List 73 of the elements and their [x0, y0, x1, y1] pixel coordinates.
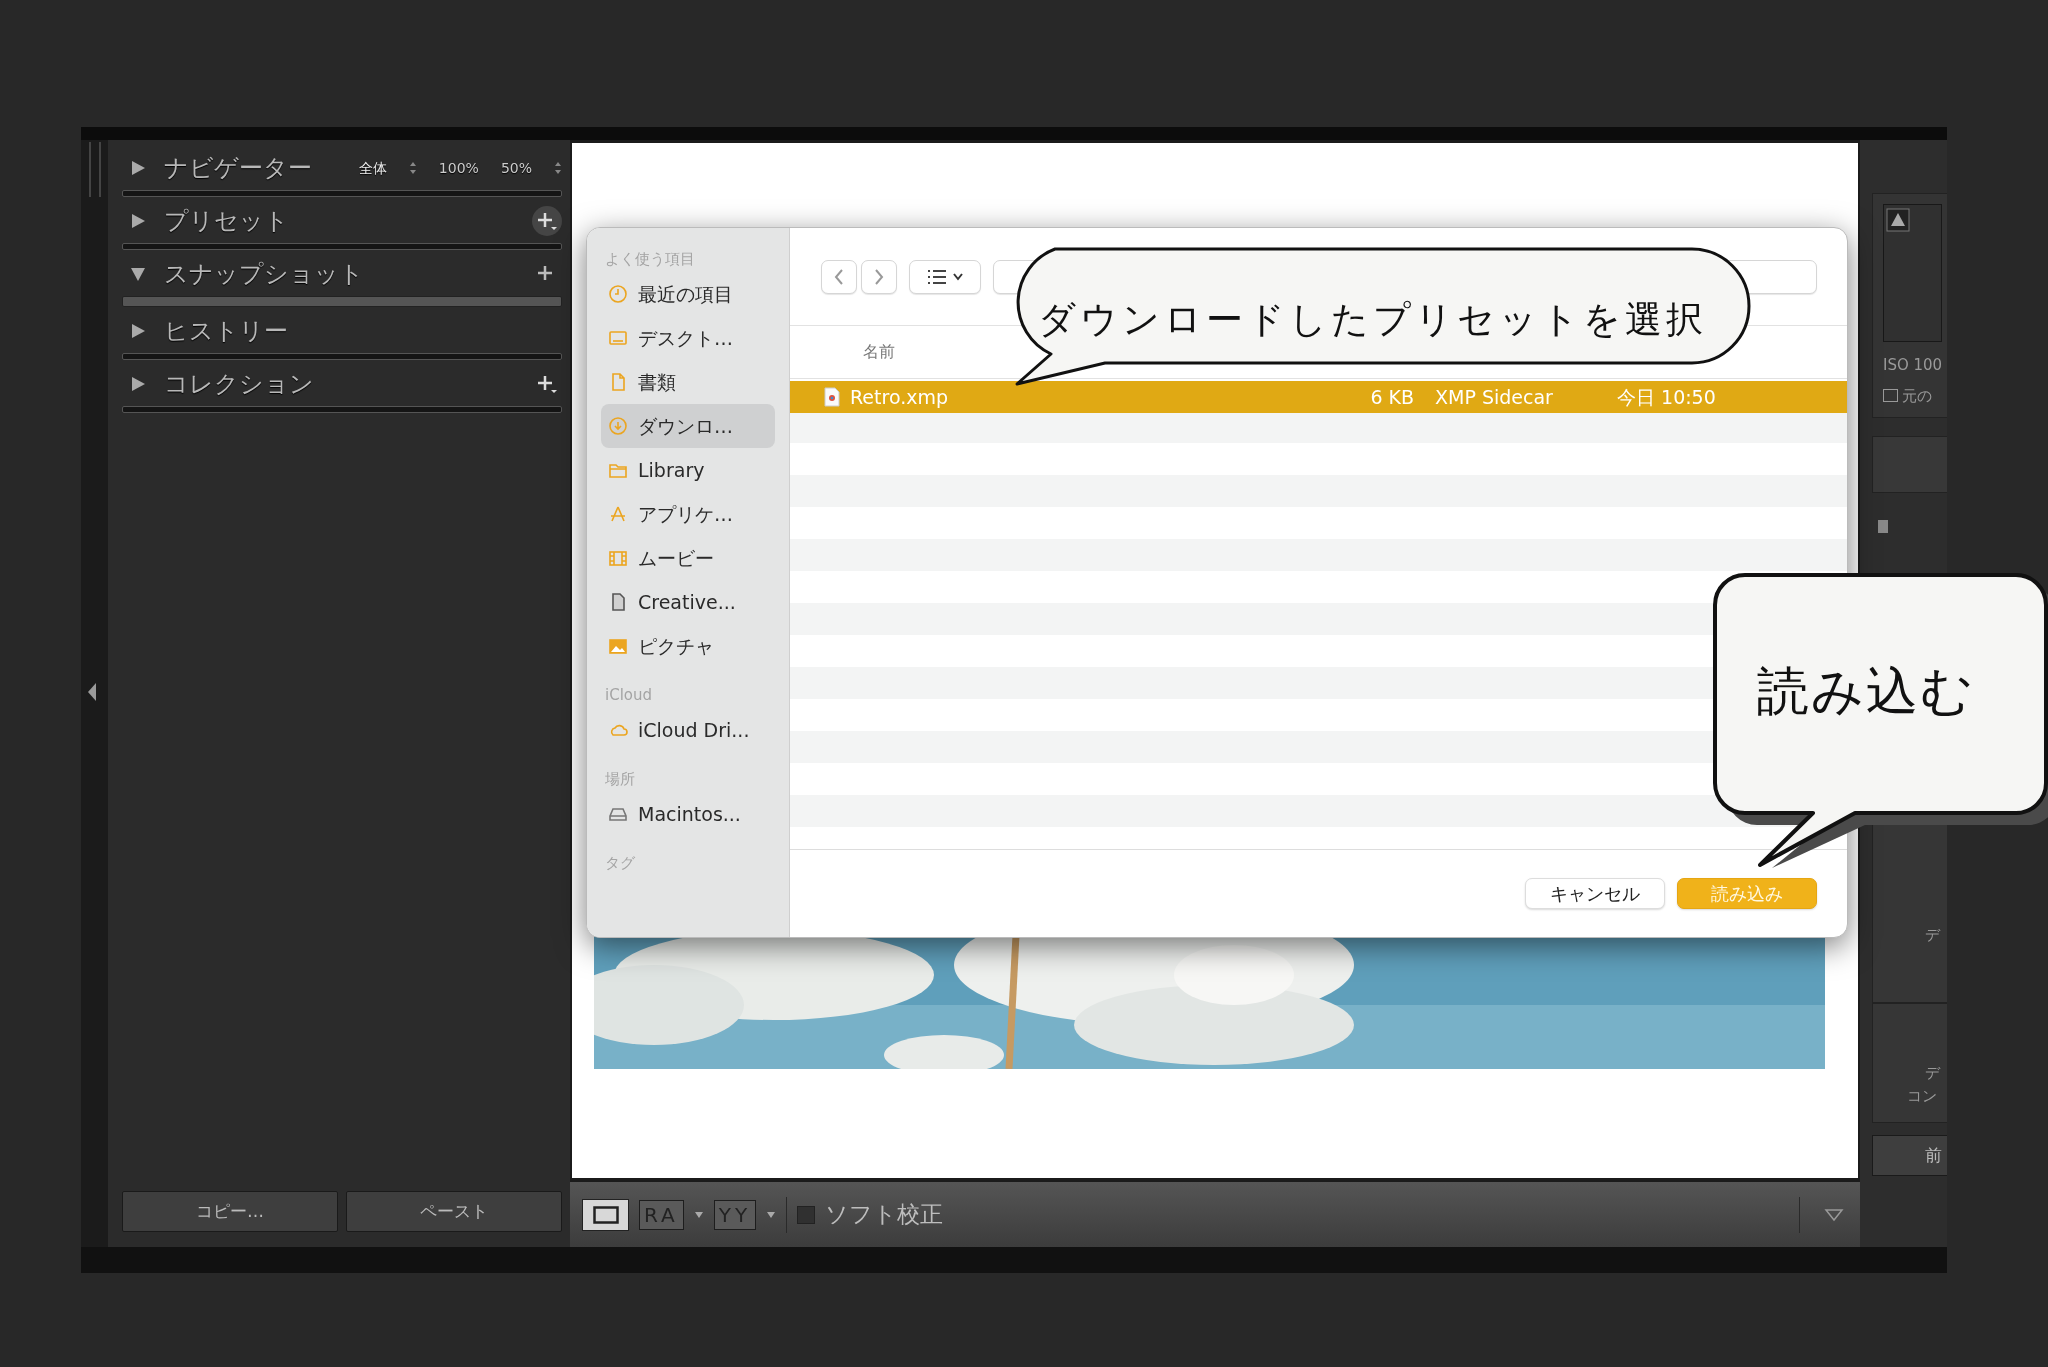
checkbox-label: ソフト校正 [825, 1200, 944, 1230]
sidebar-item[interactable]: 書類 [601, 360, 775, 404]
stepper-icon[interactable] [554, 161, 562, 175]
download-icon [607, 415, 629, 437]
plus-icon [536, 374, 558, 394]
file-kind: XMP Sidecar [1435, 384, 1554, 410]
panel-text: デ [1925, 1063, 1940, 1084]
panel-title[interactable]: プリセット [164, 203, 289, 239]
sidebar-item[interactable]: アプリケ… [601, 492, 775, 536]
sidebar-item[interactable]: ムービー [601, 536, 775, 580]
panel-title[interactable]: ヒストリー [164, 313, 288, 349]
clock-icon [607, 283, 629, 305]
left-arrow-icon[interactable] [87, 683, 97, 701]
section-heading: iCloud [605, 685, 653, 706]
square-icon [1878, 520, 1888, 533]
panel-header[interactable]: ヒストリー [122, 309, 562, 353]
sidebar-item[interactable]: ダウンロ… [601, 404, 775, 448]
file-icon [824, 387, 840, 407]
rectangle-icon [592, 1205, 619, 1224]
collapsed-triangle-icon[interactable] [130, 376, 146, 392]
checkbox[interactable] [797, 1205, 816, 1224]
checkbox[interactable] [1883, 389, 1898, 403]
checkbox-label: 元の [1902, 385, 1932, 407]
panel-header[interactable]: ナビゲーター 全体 100% 50% [122, 146, 562, 190]
panel-header[interactable]: スナップショット [122, 252, 562, 296]
add-button[interactable] [532, 206, 562, 236]
plus-icon [536, 211, 558, 231]
iso-label: ISO 100 [1883, 355, 1943, 376]
sidebar-item[interactable]: Library [601, 448, 775, 492]
list-icon [927, 268, 947, 285]
section-heading: タグ [605, 853, 636, 874]
file-date: 今日 10:50 [1617, 384, 1716, 410]
view-button[interactable] [909, 259, 981, 294]
sidebar-item[interactable]: Macintos... [601, 792, 775, 836]
triangle-down-icon[interactable] [1824, 1207, 1844, 1222]
file-name: Retro.xmp [850, 384, 950, 410]
chevron-right-icon [874, 267, 884, 286]
panel-title[interactable]: ナビゲーター [164, 150, 312, 186]
callout-text: ダウンロードしたプリセットを選択 [1038, 297, 1707, 343]
callout-text: 読み込む [1757, 660, 1975, 723]
zoom-option[interactable]: 50% [500, 157, 532, 179]
chevron-down-icon [953, 272, 963, 281]
collapsed-triangle-icon[interactable] [130, 213, 146, 229]
sidebar-item[interactable]: 最近の項目 [601, 272, 775, 316]
zoom-option[interactable]: 100% [438, 157, 479, 179]
section-heading: よく使う項目 [605, 249, 696, 270]
cancel-button[interactable]: キャンセル [1525, 878, 1665, 909]
panel-text: デ [1925, 926, 1940, 944]
panel-text: コン [1907, 1085, 1937, 1107]
sidebar-item[interactable]: iCloud Dri... [601, 708, 775, 752]
caret-icon[interactable] [766, 1210, 777, 1219]
collapsed-triangle-icon[interactable] [130, 160, 146, 176]
sidebar-item[interactable]: デスクト… [601, 316, 775, 360]
stepper-icon[interactable] [408, 161, 417, 175]
caret-icon[interactable] [693, 1210, 704, 1219]
collapsed-triangle-icon[interactable] [130, 323, 146, 339]
panel-button[interactable]: 前 [1872, 1135, 1947, 1176]
expanded-triangle-icon[interactable] [130, 266, 146, 282]
file-size: 6 KB [1369, 384, 1414, 410]
panel-title[interactable]: コレクション [164, 366, 314, 402]
panel-button[interactable]: コピー… [122, 1191, 338, 1232]
section-heading: 場所 [605, 769, 636, 790]
zoom-option[interactable]: 全体 [358, 157, 387, 179]
panel-grip [88, 142, 101, 197]
column-header[interactable]: 名前 [863, 340, 895, 364]
panel-header[interactable]: コレクション [122, 362, 562, 406]
sidebar-item[interactable]: ピクチャ [601, 624, 775, 668]
sidebar-item[interactable]: Creative... [601, 580, 775, 624]
chevron-left-icon [834, 267, 844, 286]
loupe-view-button[interactable] [582, 1198, 629, 1231]
panel-title[interactable]: スナップショット [164, 256, 364, 292]
panel-button[interactable]: ペースト [346, 1191, 562, 1232]
panel-header[interactable]: プリセット [122, 199, 562, 243]
